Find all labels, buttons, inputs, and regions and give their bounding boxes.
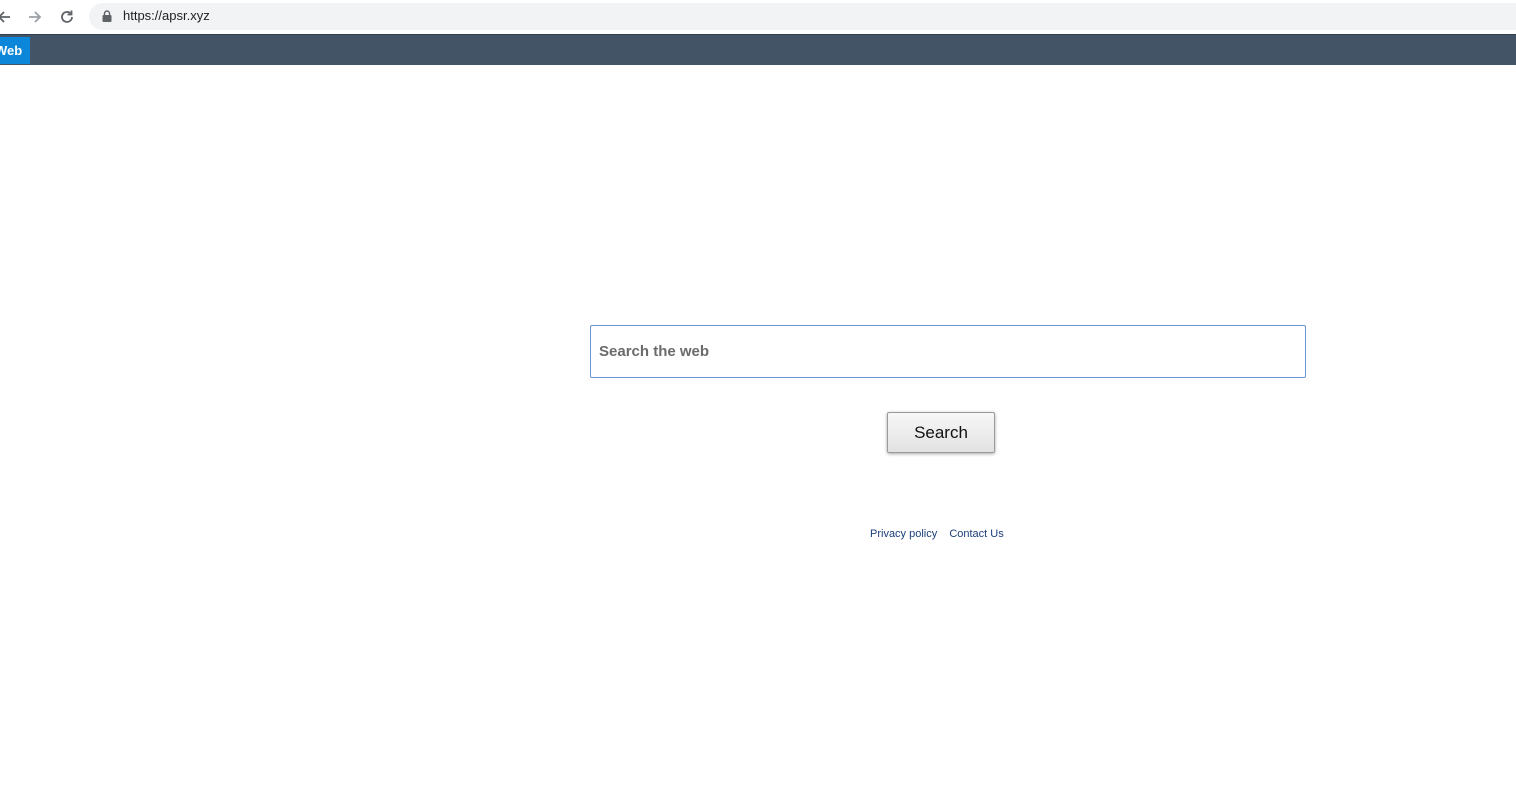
privacy-policy-link[interactable]: Privacy policy (870, 528, 937, 540)
tab-web[interactable]: Web (0, 37, 30, 64)
reload-icon (61, 10, 73, 23)
search-input[interactable] (590, 325, 1306, 378)
forward-button[interactable] (23, 5, 47, 29)
back-button[interactable] (0, 5, 16, 29)
contact-us-link[interactable]: Contact Us (949, 528, 1003, 540)
address-bar[interactable]: https://apsr.xyz (89, 3, 1516, 30)
reload-button[interactable] (55, 5, 79, 29)
arrow-left-icon (0, 11, 10, 23)
search-button[interactable]: Search (887, 412, 995, 453)
site-nav-bar: Web (0, 34, 1516, 65)
url-text: https://apsr.xyz (123, 8, 210, 23)
footer-links: Privacy policy Contact Us (870, 528, 1013, 540)
browser-toolbar: https://apsr.xyz (0, 0, 1516, 34)
lock-icon (102, 10, 112, 22)
arrow-right-icon (29, 11, 42, 23)
